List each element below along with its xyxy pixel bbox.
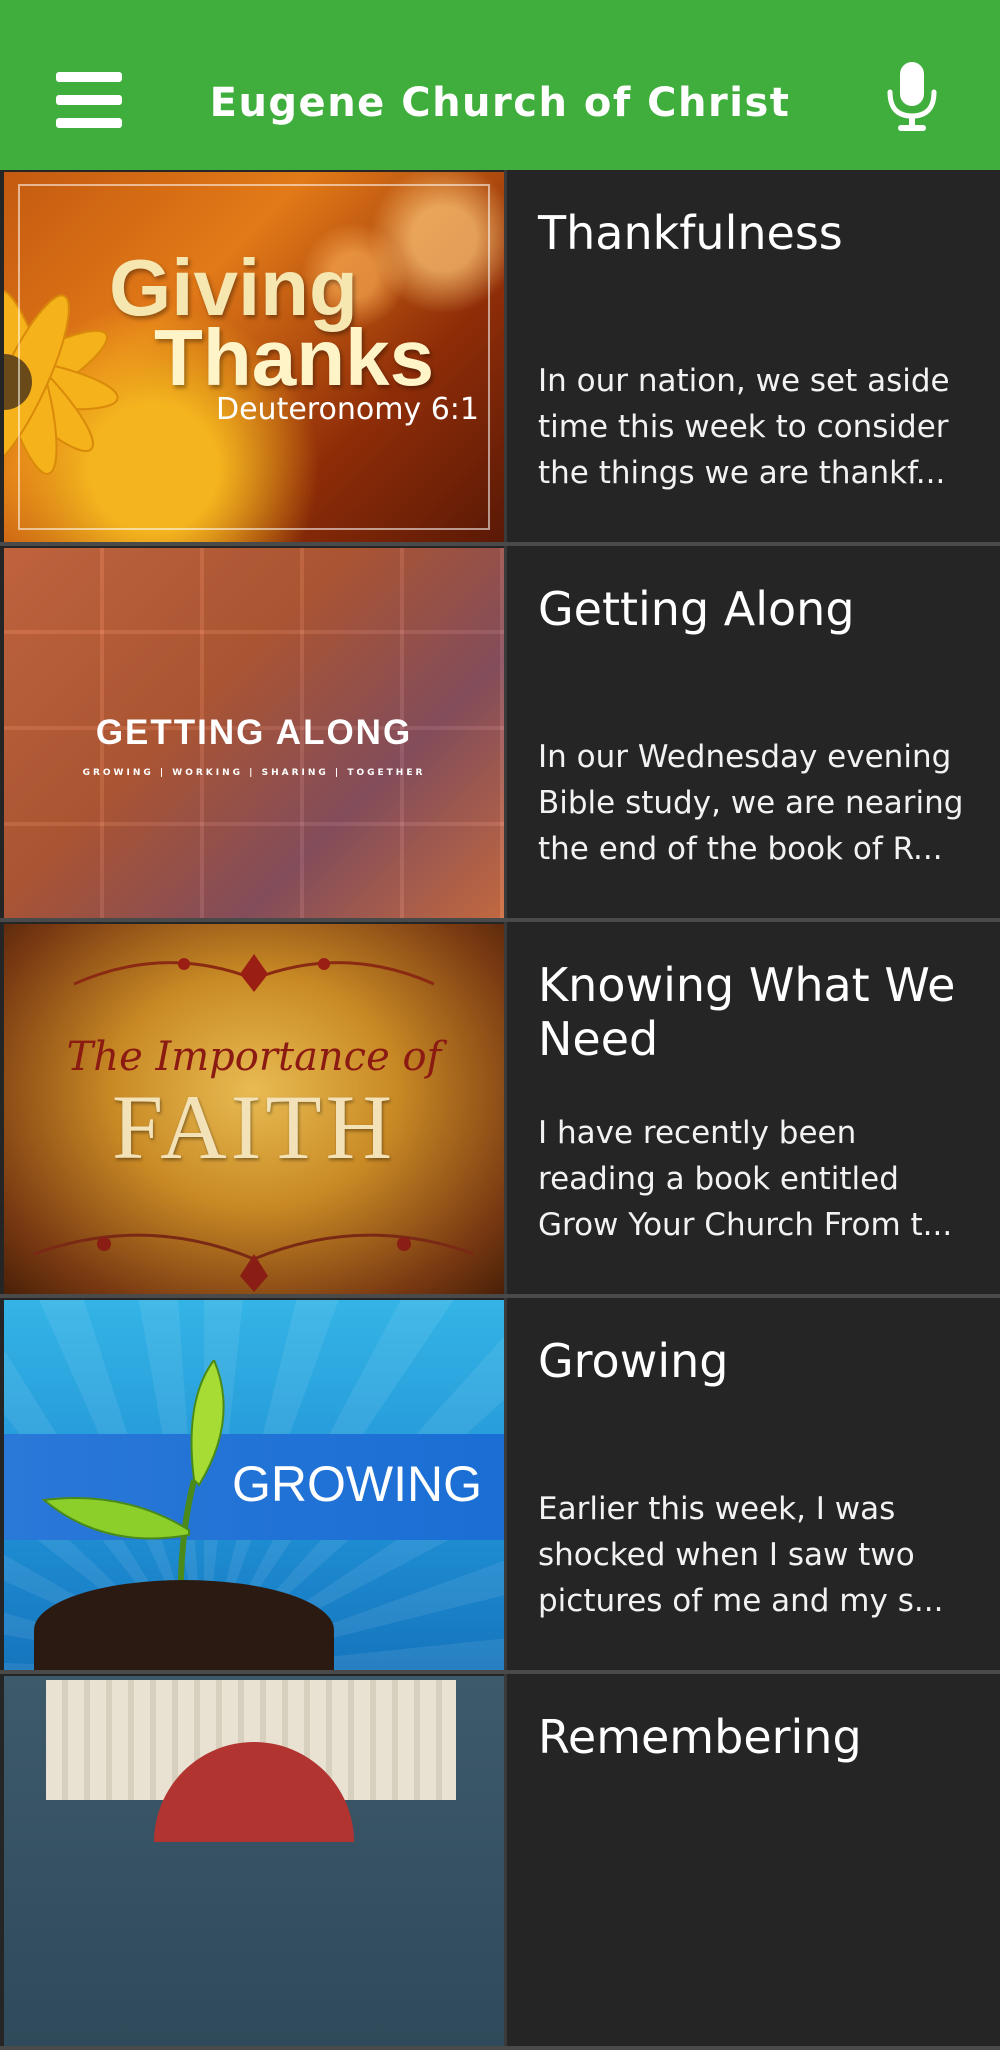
thumb-text: Thanks bbox=[154, 313, 435, 402]
post-text: Remembering bbox=[538, 1710, 982, 2036]
post-excerpt: I have recently been reading a book enti… bbox=[538, 1115, 953, 1243]
app-title: Eugene Church of Christ bbox=[209, 80, 791, 126]
giving-thanks-image: Giving Thanks Deuteronomy 6:1 bbox=[4, 172, 504, 542]
divider bbox=[504, 1298, 507, 1670]
divider bbox=[504, 922, 507, 1294]
divider bbox=[504, 546, 507, 918]
vine-ornament-icon bbox=[33, 1233, 475, 1292]
post-thumbnail: GETTING ALONG GROWING | WORKING | SHARIN… bbox=[4, 548, 504, 918]
post-title: Remembering bbox=[538, 1710, 862, 1764]
importance-of-faith-image: The Importance of FAITH bbox=[4, 924, 504, 1294]
post-row-knowing-what-we-need[interactable]: The Importance of FAITH Knowing What We … bbox=[0, 922, 1000, 1298]
microphone-icon[interactable] bbox=[884, 60, 940, 134]
thumb-text: GROWING bbox=[232, 1456, 482, 1512]
post-thumbnail: The Importance of FAITH bbox=[4, 924, 504, 1294]
divider bbox=[504, 170, 507, 542]
post-title: Thankfulness bbox=[538, 206, 843, 260]
post-title: Knowing What We Need bbox=[538, 958, 956, 1066]
post-excerpt: Earlier this week, I was shocked when I … bbox=[538, 1491, 944, 1619]
vine-ornament-icon bbox=[73, 954, 435, 992]
thumb-text: GROWING | WORKING | SHARING | TOGETHER bbox=[82, 768, 426, 778]
post-title: Growing bbox=[538, 1334, 729, 1388]
post-row-growing[interactable]: GROWING Growing Earlier this week, I was… bbox=[0, 1298, 1000, 1674]
post-excerpt: In our Wednesday evening Bible study, we… bbox=[538, 739, 964, 867]
post-text: Knowing What We Need I have recently bee… bbox=[538, 958, 982, 1284]
post-thumbnail: Giving Thanks Deuteronomy 6:1 bbox=[4, 172, 504, 542]
post-excerpt: In our nation, we set aside time this we… bbox=[538, 363, 950, 491]
post-row-thankfulness[interactable]: Giving Thanks Deuteronomy 6:1 Thankfulne… bbox=[0, 170, 1000, 546]
divider bbox=[504, 1674, 507, 2046]
post-thumbnail bbox=[4, 1676, 504, 2046]
post-row-getting-along[interactable]: GETTING ALONG GROWING | WORKING | SHARIN… bbox=[0, 546, 1000, 922]
post-text: Getting Along In our Wednesday evening B… bbox=[538, 582, 982, 908]
remembering-image bbox=[4, 1676, 504, 2046]
soil-mound bbox=[34, 1580, 334, 1670]
app-bar: Eugene Church of Christ bbox=[0, 0, 1000, 170]
post-text: Thankfulness In our nation, we set aside… bbox=[538, 206, 982, 532]
post-list: Giving Thanks Deuteronomy 6:1 Thankfulne… bbox=[0, 170, 1000, 2050]
post-text: Growing Earlier this week, I was shocked… bbox=[538, 1334, 982, 1660]
thumb-text: Deuteronomy 6:1 bbox=[216, 392, 479, 427]
post-row-remembering[interactable]: Remembering bbox=[0, 1674, 1000, 2050]
getting-along-image: GETTING ALONG GROWING | WORKING | SHARIN… bbox=[4, 548, 504, 918]
post-title: Getting Along bbox=[538, 582, 855, 636]
thumb-text: GETTING ALONG bbox=[95, 713, 413, 752]
growing-image: GROWING bbox=[4, 1300, 504, 1670]
post-thumbnail: GROWING bbox=[4, 1300, 504, 1670]
thumb-text: FAITH bbox=[111, 1076, 397, 1178]
